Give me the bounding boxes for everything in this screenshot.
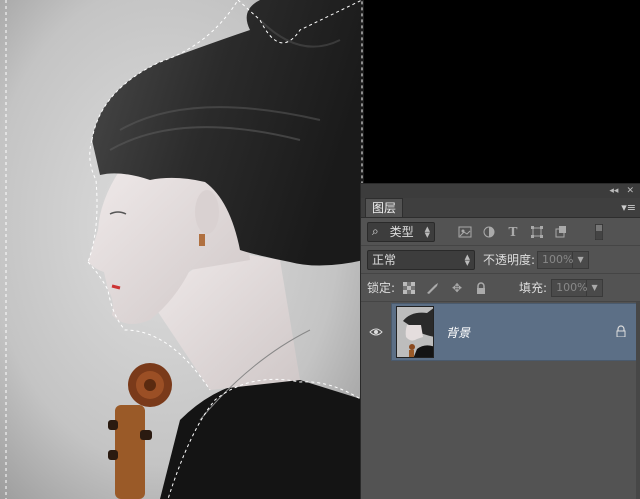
- fill-dropdown-arrow-icon[interactable]: ▼: [587, 278, 604, 297]
- lock-position-icon[interactable]: ✥: [449, 280, 465, 296]
- document-canvas[interactable]: [0, 0, 364, 499]
- lock-image-pixels-icon[interactable]: [425, 280, 441, 296]
- type-filter-icon[interactable]: T: [505, 224, 521, 240]
- fill-input[interactable]: 100%: [551, 278, 588, 297]
- visibility-eye-icon[interactable]: [361, 302, 391, 362]
- collapse-icon[interactable]: ◂◂: [609, 186, 618, 196]
- opacity-input[interactable]: 100%: [537, 250, 574, 269]
- layer-name[interactable]: 背景: [446, 324, 470, 341]
- fill-label: 填充:: [519, 281, 548, 295]
- photoshop-workspace: ◂◂ ✕ 图层 ▾≡ ⌕ 类型 ▲ ▼ T 正常 ▲ ▼ 不透明度: 100% …: [0, 0, 640, 499]
- search-icon: ⌕: [372, 224, 379, 238]
- blend-mode-dropdown[interactable]: 正常 ▲ ▼: [367, 249, 475, 270]
- dropdown-arrows-icon: ▲ ▼: [464, 252, 470, 267]
- portrait-photo: [0, 0, 364, 499]
- blend-opacity-row: 正常 ▲ ▼ 不透明度: 100% ▼: [361, 246, 640, 274]
- panel-tab-row: 图层 ▾≡: [361, 198, 640, 218]
- shape-filter-icon[interactable]: [529, 224, 545, 240]
- dropdown-arrows-icon: ▲ ▼: [424, 224, 430, 239]
- panel-scrollbar[interactable]: [636, 302, 640, 499]
- opacity-dropdown-arrow-icon[interactable]: ▼: [573, 250, 590, 269]
- layer-thumbnail: [396, 306, 434, 358]
- panel-topbar: ◂◂ ✕: [361, 184, 640, 198]
- lock-fill-row: 锁定: ✥ 填充: 100% ▼: [361, 274, 640, 302]
- layer-lock-icon: [616, 324, 626, 340]
- pixel-filter-icon[interactable]: [457, 224, 473, 240]
- blend-mode-value: 正常: [372, 253, 397, 267]
- filter-kind-label: 类型: [389, 225, 414, 239]
- tab-layers[interactable]: 图层: [365, 198, 404, 217]
- smart-object-filter-icon[interactable]: [553, 224, 569, 240]
- layer-row[interactable]: 背景: [361, 302, 637, 362]
- lock-all-icon[interactable]: [473, 280, 489, 296]
- adjustment-filter-icon[interactable]: [481, 224, 497, 240]
- layer-filter-row: ⌕ 类型 ▲ ▼ T: [361, 218, 640, 246]
- close-icon[interactable]: ✕: [626, 186, 634, 196]
- layers-panel: ◂◂ ✕ 图层 ▾≡ ⌕ 类型 ▲ ▼ T 正常 ▲ ▼ 不透明度: 100% …: [360, 183, 640, 499]
- lock-label: 锁定:: [367, 281, 396, 295]
- filter-toggle-icon[interactable]: [591, 223, 607, 240]
- selected-layer-background[interactable]: 背景: [391, 303, 637, 361]
- opacity-label: 不透明度:: [483, 253, 536, 267]
- lock-transparent-pixels-icon[interactable]: [401, 280, 417, 296]
- panel-menu-icon[interactable]: ▾≡: [621, 201, 640, 217]
- filter-kind-dropdown[interactable]: ⌕ 类型 ▲ ▼: [367, 221, 435, 242]
